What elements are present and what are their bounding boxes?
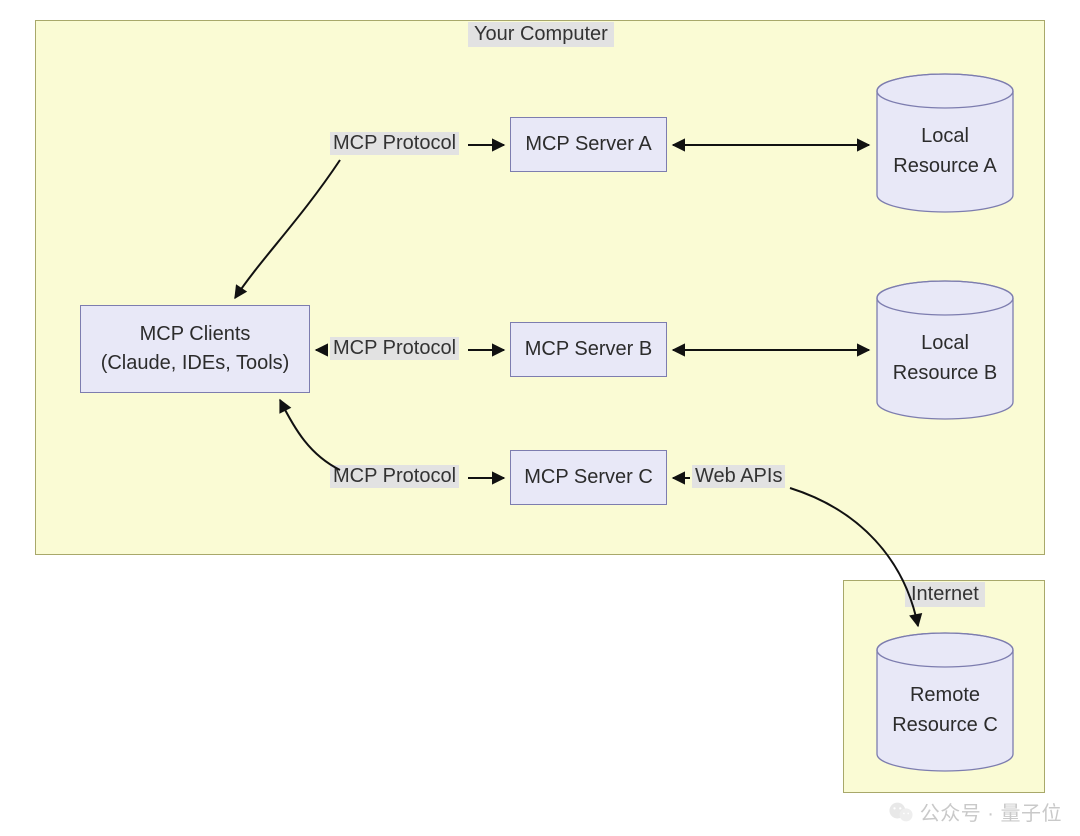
edge-label-protocol-a: MCP Protocol (330, 132, 459, 155)
diagram-stage: Your Computer Internet MCP Clients (Clau… (0, 0, 1080, 836)
cylinder-local-resource-a: Local Resource A (875, 73, 1015, 213)
zone-your-computer-title: Your Computer (468, 22, 614, 47)
cylinder-local-resource-b: Local Resource B (875, 280, 1015, 420)
edge-label-web-apis: Web APIs (692, 465, 785, 488)
node-mcp-clients: MCP Clients (Claude, IDEs, Tools) (80, 305, 310, 393)
cylinder-remote-resource-c: Remote Resource C (875, 632, 1015, 772)
edge-label-protocol-b: MCP Protocol (330, 337, 459, 360)
node-mcp-server-a: MCP Server A (510, 117, 667, 172)
zone-internet-title: Internet (905, 582, 985, 607)
node-mcp-clients-text: MCP Clients (Claude, IDEs, Tools) (101, 320, 290, 378)
edge-label-protocol-c: MCP Protocol (330, 465, 459, 488)
watermark-text: 公众号 · 量子位 (920, 797, 1062, 826)
node-mcp-server-c: MCP Server C (510, 450, 667, 505)
wechat-icon (888, 799, 914, 825)
watermark: 公众号 · 量子位 (888, 797, 1062, 826)
node-mcp-server-b: MCP Server B (510, 322, 667, 377)
